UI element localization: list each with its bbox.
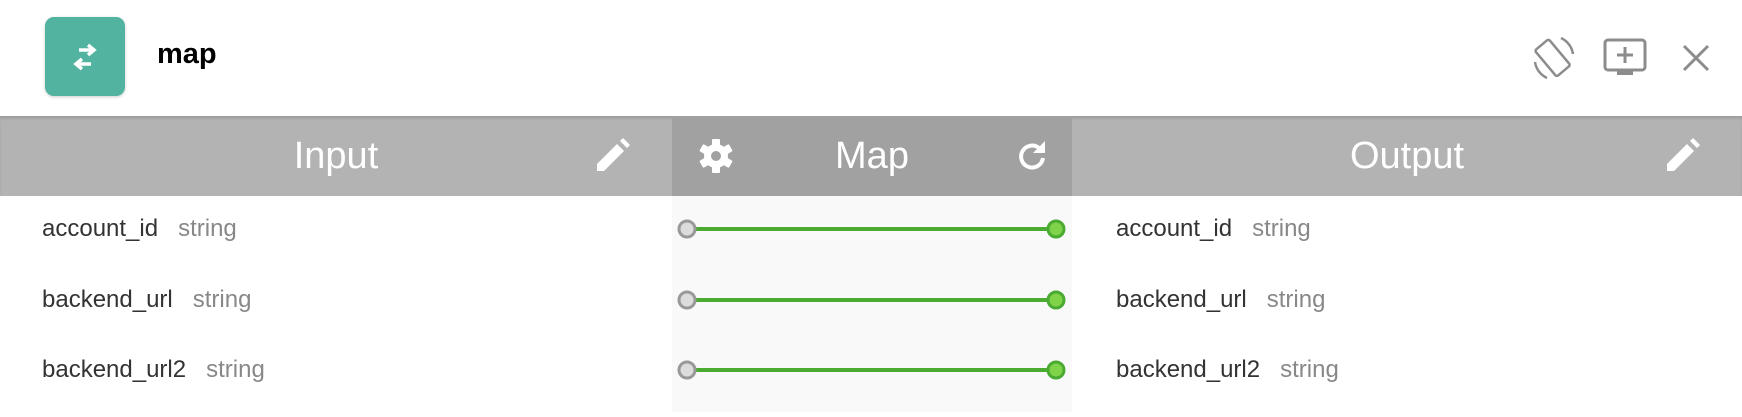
connections xyxy=(677,219,1066,380)
map-settings-button[interactable] xyxy=(696,136,736,176)
source-dot xyxy=(677,360,697,380)
connection-line[interactable] xyxy=(677,290,1066,310)
pencil-icon xyxy=(1667,138,1700,171)
mapping-area xyxy=(672,196,1072,412)
app-icon xyxy=(45,17,125,96)
source-dot xyxy=(677,219,697,239)
field-type: string xyxy=(1266,286,1326,313)
map-label: Map xyxy=(835,134,909,177)
connection-line[interactable] xyxy=(677,219,1066,239)
input-column-header: Input xyxy=(0,116,672,196)
field-type: string xyxy=(1252,215,1311,242)
rotate-screen-icon xyxy=(1533,36,1575,80)
output-field[interactable]: backend_url2 string xyxy=(1116,355,1339,385)
target-dot xyxy=(1046,290,1066,310)
refresh-button[interactable] xyxy=(1012,136,1052,176)
pencil-icon xyxy=(597,138,630,171)
target-dot xyxy=(1046,219,1066,239)
output-label: Output xyxy=(1349,134,1465,177)
field-name: account_id xyxy=(42,215,159,242)
close-icon xyxy=(1682,44,1710,72)
input-field[interactable]: backend_url string xyxy=(42,285,251,315)
target-dot xyxy=(1046,360,1066,380)
edit-input-button[interactable] xyxy=(592,136,632,176)
add-to-screen-button[interactable] xyxy=(1601,34,1649,82)
field-name: backend_url2 xyxy=(42,356,187,383)
refresh-icon xyxy=(1019,141,1045,170)
gear-icon xyxy=(699,139,733,173)
field-type: string xyxy=(192,286,252,313)
edit-output-button[interactable] xyxy=(1662,136,1702,176)
field-type: string xyxy=(1280,356,1339,383)
connection-line[interactable] xyxy=(677,360,1066,380)
field-name: backend_url xyxy=(42,286,173,313)
map-column-header: Map xyxy=(672,116,1072,196)
swap-arrows-icon xyxy=(73,43,97,70)
field-name: backend_url xyxy=(1116,286,1247,313)
field-type: string xyxy=(178,215,237,242)
field-name: account_id xyxy=(1116,215,1233,242)
mapping-header-bar: Input Map Output xyxy=(0,116,1742,196)
field-type: string xyxy=(206,356,265,383)
field-name: backend_url2 xyxy=(1116,356,1261,383)
input-field[interactable]: backend_url2 string xyxy=(42,355,265,385)
page-title: map xyxy=(157,38,217,70)
input-label: Input xyxy=(293,134,379,177)
output-field[interactable]: backend_url string xyxy=(1116,285,1325,315)
close-button[interactable] xyxy=(1672,34,1720,82)
input-field[interactable]: account_id string xyxy=(42,214,237,244)
source-dot xyxy=(677,290,697,310)
add-to-screen-icon xyxy=(1603,38,1647,75)
output-field[interactable]: account_id string xyxy=(1116,214,1311,244)
rotate-screen-button[interactable] xyxy=(1530,34,1578,82)
output-column-header: Output xyxy=(1072,116,1742,196)
